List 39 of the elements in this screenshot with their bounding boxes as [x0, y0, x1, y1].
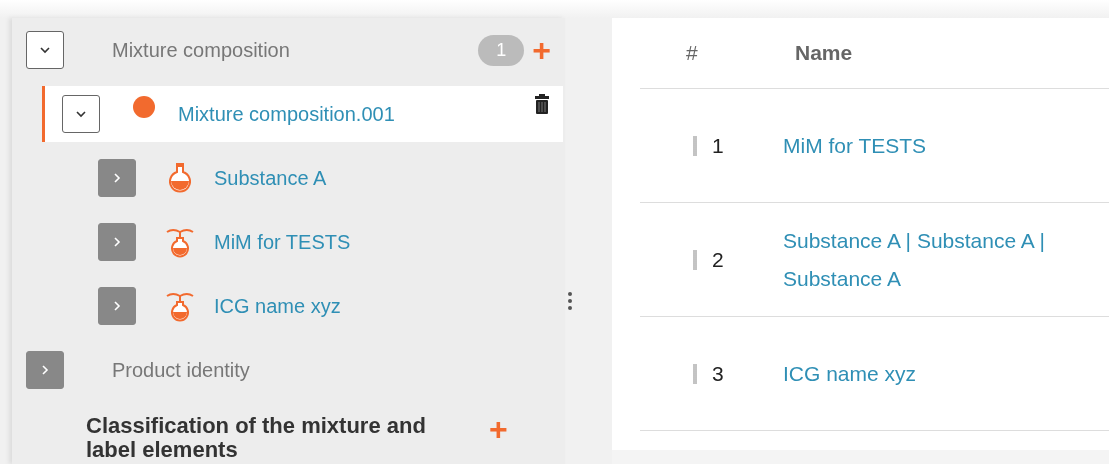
name-link[interactable]: MiM for TESTS [783, 126, 1063, 165]
tree-item-label[interactable]: Product identity [112, 358, 551, 382]
selected-tree-row[interactable]: Mixture composition.001 [42, 86, 563, 142]
add-button[interactable]: + [481, 414, 508, 444]
tree-item-label[interactable]: Mixture composition.001 [178, 102, 535, 126]
flask-icon [165, 290, 195, 322]
column-header: # [686, 41, 699, 65]
drag-handle-icon[interactable] [692, 249, 698, 270]
tree-item-label[interactable]: Mixture composition [112, 38, 479, 62]
row-number: 2 [712, 247, 725, 272]
flask-icon [165, 226, 195, 258]
row-number: 3 [712, 361, 725, 386]
tree-item-label: Classification of the mixture and label elements [86, 414, 427, 462]
expand-toggle[interactable] [26, 31, 64, 69]
trash-icon[interactable] [535, 94, 549, 114]
chevron-icon [39, 364, 51, 376]
drag-handle-icon[interactable] [692, 363, 698, 384]
add-button[interactable]: + [524, 35, 551, 65]
drag-handle-icon[interactable] [692, 135, 698, 156]
chevron-icon [111, 236, 123, 248]
expand-toggle[interactable] [98, 223, 136, 261]
tree-item-label[interactable]: Substance A [214, 166, 551, 190]
tree-item-label[interactable]: ICG name xyz [214, 294, 551, 318]
expand-toggle[interactable] [98, 287, 136, 325]
expand-toggle[interactable] [62, 95, 100, 133]
chevron-icon [111, 300, 123, 312]
count-badge: 1 [478, 34, 525, 66]
flask-icon [169, 163, 191, 193]
column-header: Name [795, 41, 853, 65]
chevron-icon [75, 108, 87, 120]
row-number: 1 [712, 133, 725, 158]
expand-toggle[interactable] [26, 351, 64, 389]
chevron-icon [111, 172, 123, 184]
name-link[interactable]: ICG name xyz [783, 354, 1063, 393]
tree-item-label[interactable]: MiM for TESTS [214, 230, 551, 254]
name-link[interactable]: Substance A | Substance A | Substance A [783, 221, 1063, 298]
status-dot-icon [132, 95, 156, 119]
expand-toggle[interactable] [98, 159, 136, 197]
chevron-icon [39, 44, 51, 56]
